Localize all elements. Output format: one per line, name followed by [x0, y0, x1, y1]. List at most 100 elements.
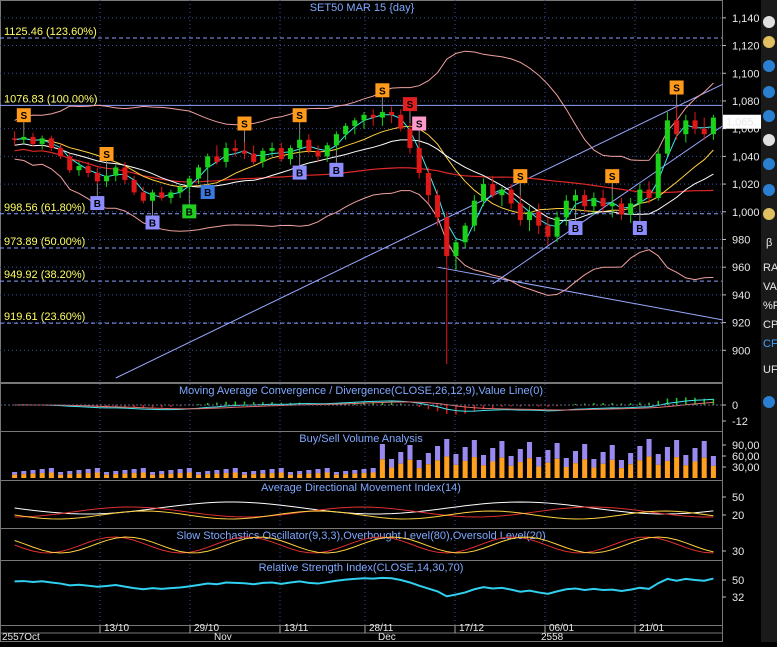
- candle[interactable]: [536, 203, 542, 234]
- candle[interactable]: [416, 142, 422, 179]
- candle[interactable]: [444, 211, 450, 365]
- candle[interactable]: [462, 222, 468, 248]
- candle[interactable]: [113, 164, 119, 182]
- candle[interactable]: [674, 106, 680, 140]
- ls-icon[interactable]: [763, 208, 775, 220]
- sell-signal[interactable]: S: [605, 169, 620, 196]
- candle[interactable]: [664, 112, 670, 157]
- zoom-in-icon[interactable]: [763, 60, 775, 72]
- buy-signal[interactable]: B: [182, 192, 197, 219]
- volume-sell-bar: [113, 471, 119, 475]
- candle[interactable]: [701, 117, 707, 140]
- candle[interactable]: [58, 143, 64, 160]
- candle[interactable]: [260, 148, 266, 168]
- candle[interactable]: [251, 145, 257, 165]
- zoom-out-icon[interactable]: [763, 86, 775, 98]
- candle[interactable]: [214, 145, 220, 165]
- candle-body: [140, 192, 146, 201]
- candle[interactable]: [306, 134, 312, 154]
- candle[interactable]: [39, 135, 45, 150]
- candle[interactable]: [554, 211, 560, 243]
- candle[interactable]: [149, 189, 156, 204]
- candle[interactable]: [389, 106, 395, 124]
- candle[interactable]: [435, 189, 441, 226]
- toolbar-label-β: β: [766, 237, 772, 249]
- candle[interactable]: [186, 175, 192, 193]
- candle-body: [379, 112, 385, 118]
- buy-signal[interactable]: B: [329, 150, 344, 177]
- candle[interactable]: [572, 189, 579, 210]
- sell-signal[interactable]: S: [669, 80, 684, 107]
- candle[interactable]: [499, 186, 505, 207]
- candle[interactable]: [159, 186, 165, 201]
- candle[interactable]: [425, 167, 431, 204]
- candle[interactable]: [453, 239, 459, 270]
- candle-body: [94, 172, 100, 182]
- buy-signal[interactable]: B: [200, 172, 215, 199]
- panel-title: Buy/Sell Volume Analysis: [299, 433, 423, 445]
- volume-buy-bar: [609, 459, 615, 478]
- volume-sell-bar: [306, 470, 312, 474]
- sell-signal[interactable]: S: [16, 108, 31, 135]
- candle[interactable]: [692, 112, 698, 135]
- candle[interactable]: [600, 189, 606, 212]
- candle[interactable]: [168, 189, 174, 204]
- pencil-icon[interactable]: [763, 16, 775, 28]
- candle[interactable]: [297, 134, 303, 154]
- candle[interactable]: [278, 142, 284, 162]
- buy-signal[interactable]: B: [568, 209, 583, 236]
- candle[interactable]: [398, 109, 404, 132]
- candle-body: [683, 120, 689, 135]
- sell-signal[interactable]: S: [513, 169, 528, 196]
- panel-tick-label: 30: [732, 546, 744, 558]
- volume-buy-bar: [260, 473, 266, 478]
- sell-signal[interactable]: S: [237, 116, 252, 143]
- candle[interactable]: [582, 189, 588, 212]
- candle[interactable]: [67, 153, 73, 173]
- volume-sell-bar: [582, 444, 588, 460]
- candle[interactable]: [30, 132, 36, 147]
- candle[interactable]: [241, 142, 247, 160]
- volume-buy-bar: [481, 465, 487, 478]
- buy-signal[interactable]: B: [145, 203, 160, 230]
- right-toolbar[interactable]: β RA VA %P CP CF UF: [761, 0, 777, 642]
- candle[interactable]: [315, 145, 321, 162]
- candle[interactable]: [370, 109, 376, 126]
- candle[interactable]: [94, 167, 100, 185]
- chart-svg[interactable]: 9009209409609801,0001,0201,0401,0601,080…: [0, 0, 777, 643]
- buy-signal[interactable]: B: [292, 153, 307, 180]
- price-tick-label: 920: [732, 318, 750, 330]
- sell-signal[interactable]: S: [292, 108, 307, 135]
- candle[interactable]: [683, 114, 689, 143]
- candle[interactable]: [563, 195, 569, 226]
- magnifier-icon[interactable]: [763, 184, 775, 196]
- candle[interactable]: [710, 114, 716, 140]
- candle[interactable]: [637, 184, 643, 210]
- candle[interactable]: [287, 145, 293, 165]
- candle[interactable]: [628, 197, 634, 223]
- candle[interactable]: [618, 197, 624, 221]
- candle[interactable]: [12, 131, 18, 146]
- arrow-up-icon[interactable]: [763, 396, 775, 408]
- arrow-down-icon[interactable]: [763, 110, 775, 122]
- page-icon[interactable]: [763, 134, 775, 146]
- candle[interactable]: [21, 134, 27, 144]
- candle[interactable]: [104, 172, 110, 187]
- buy-signal[interactable]: B: [90, 184, 105, 211]
- fib-label: 919.61 (23.60%): [4, 311, 85, 323]
- candle[interactable]: [48, 135, 54, 151]
- candle[interactable]: [379, 109, 385, 126]
- candle[interactable]: [545, 217, 551, 246]
- volume-sell-bar: [481, 455, 487, 466]
- search-icon[interactable]: [763, 158, 775, 170]
- volume-sell-bar: [398, 452, 404, 464]
- folder-icon[interactable]: [763, 36, 775, 48]
- volume-sell-bar: [278, 468, 284, 473]
- candle[interactable]: [655, 148, 661, 201]
- candle[interactable]: [76, 161, 82, 176]
- candle[interactable]: [333, 131, 339, 151]
- volume-sell-bar: [628, 453, 634, 465]
- stock-chart[interactable]: 900 920 940 960 980 1,000 1,020 1,040 1,060 1,080…: [0, 0, 777, 643]
- candle[interactable]: [223, 142, 229, 168]
- candles[interactable]: [12, 106, 716, 365]
